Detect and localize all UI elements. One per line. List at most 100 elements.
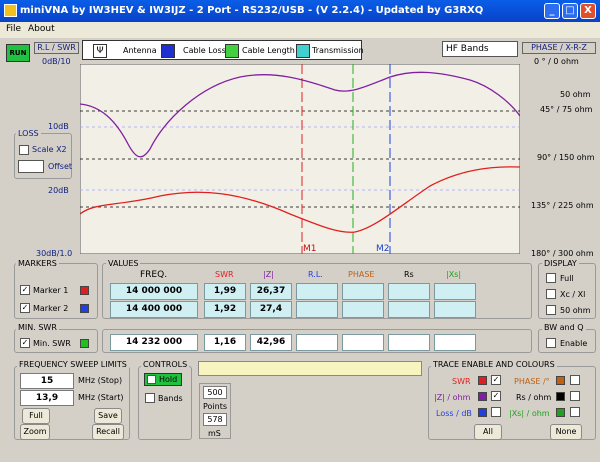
axis-right-5: 135° / 225 ohm xyxy=(531,201,594,210)
display-50ohm-label: 50 ohm xyxy=(560,306,591,315)
axis-right-1: 0 ° / 0 ohm xyxy=(534,57,579,66)
m2-rl xyxy=(296,301,338,318)
m1-rs xyxy=(388,283,430,300)
marker-2-label: Marker 2 xyxy=(33,304,69,313)
trace-xs-checkbox[interactable] xyxy=(570,407,580,417)
scale-x2-checkbox[interactable] xyxy=(19,145,29,155)
trace-all-button[interactable]: All xyxy=(474,424,502,440)
close-button[interactable]: X xyxy=(580,3,596,19)
menu-file[interactable]: File xyxy=(6,24,21,34)
cable-length-icon[interactable] xyxy=(225,44,239,58)
scale-x2-label: Scale X2 xyxy=(32,145,67,154)
sweep-full-button[interactable]: Full xyxy=(22,408,50,424)
m2-z: 27,4 xyxy=(250,301,292,318)
m2-swr: 1,92 xyxy=(204,301,246,318)
marker-2-checkbox[interactable]: ✓ xyxy=(20,303,30,313)
ms-input[interactable]: 578 xyxy=(203,413,227,426)
col-swr: SWR xyxy=(215,270,234,279)
trace-z-label: |Z| / ohm xyxy=(434,393,471,402)
antenna-icon[interactable]: Ψ xyxy=(93,44,107,58)
marker-1-color[interactable] xyxy=(80,286,89,295)
title-bar: miniVNA by IW3HEV & IW3IJZ - 2 Port - RS… xyxy=(0,0,600,22)
bwq-enable-checkbox[interactable] xyxy=(546,338,556,348)
sweep-save-button[interactable]: Save xyxy=(94,408,122,424)
trace-z-color[interactable] xyxy=(478,392,487,401)
controls-title: CONTROLS xyxy=(141,360,190,369)
hold-label: Hold xyxy=(159,375,178,384)
axis-right-6: 180° / 300 ohm xyxy=(531,249,594,258)
minimize-button[interactable]: _ xyxy=(544,3,560,19)
min-swr-title: MIN. SWR xyxy=(16,323,59,332)
trace-loss-checkbox[interactable] xyxy=(491,407,501,417)
phase-title: PHASE / X-R-Z xyxy=(522,42,596,54)
cable-loss-icon[interactable] xyxy=(161,44,175,58)
axis-right-2: 50 ohm xyxy=(560,90,591,99)
tab-antenna[interactable]: Antenna xyxy=(123,44,157,58)
trace-swr-label: SWR xyxy=(452,377,471,386)
marker-1-label: Marker 1 xyxy=(33,286,69,295)
stop-freq-input[interactable]: 15 xyxy=(20,373,74,389)
stop-freq-unit: MHz (Stop) xyxy=(78,376,123,385)
start-freq-input[interactable]: 13,9 xyxy=(20,390,74,406)
col-xs: |Xs| xyxy=(446,270,462,279)
trace-loss-color[interactable] xyxy=(478,408,487,417)
tab-cable-loss[interactable]: Cable Loss xyxy=(183,44,226,58)
band-select[interactable]: HF Bands xyxy=(442,41,518,57)
m1-freq: 14 000 000 xyxy=(110,283,198,300)
points-label: Points xyxy=(203,402,228,411)
band-select-value: HF Bands xyxy=(446,44,489,54)
axis-right-4: 90° / 150 ohm xyxy=(537,153,595,162)
display-xc-label: Xc / Xl xyxy=(560,290,586,299)
trace-rs-checkbox[interactable] xyxy=(570,391,580,401)
min-swr-color[interactable] xyxy=(80,339,89,348)
min-freq: 14 232 000 xyxy=(110,334,198,351)
min-swr-value: 1,16 xyxy=(204,334,246,351)
view-tabs: Ψ Antenna Cable Loss Cable Length Transm… xyxy=(82,40,364,60)
display-50ohm-checkbox[interactable] xyxy=(546,305,556,315)
trace-z-checkbox[interactable]: ✓ xyxy=(491,391,501,401)
marker-2-color[interactable] xyxy=(80,304,89,313)
tab-transmission[interactable]: Transmission xyxy=(312,44,364,58)
sweep-recall-button[interactable]: Recall xyxy=(92,424,124,440)
axis-left-top: 0dB/10 xyxy=(42,57,71,66)
bwq-title: BW and Q xyxy=(542,323,586,332)
run-button[interactable]: RUN xyxy=(6,44,30,62)
tab-cable-length[interactable]: Cable Length xyxy=(242,44,295,58)
display-xc-checkbox[interactable] xyxy=(546,289,556,299)
m1-phase xyxy=(342,283,384,300)
m2-phase xyxy=(342,301,384,318)
axis-left-10db: 10dB xyxy=(48,122,69,131)
sweep-zoom-button[interactable]: Zoom xyxy=(20,424,50,440)
chart-marker-1-label: M1 xyxy=(303,244,317,254)
rl-swr-label: R.L / SWR xyxy=(34,42,79,54)
chart-area[interactable]: M1 M2 xyxy=(80,64,520,254)
bands-label: Bands xyxy=(158,394,183,403)
transmission-icon[interactable] xyxy=(296,44,310,58)
hold-toggle[interactable]: Hold xyxy=(144,373,182,386)
trace-rs-color[interactable] xyxy=(556,392,565,401)
min-xs xyxy=(434,334,476,351)
maximize-button[interactable]: □ xyxy=(562,3,578,19)
hold-checkbox[interactable] xyxy=(147,375,156,384)
axis-left-20db: 20dB xyxy=(48,186,69,195)
trace-swr-checkbox[interactable]: ✓ xyxy=(491,375,501,385)
col-rs: Rs xyxy=(404,270,414,279)
trace-phase-color[interactable] xyxy=(556,376,565,385)
trace-xs-color[interactable] xyxy=(556,408,565,417)
trace-phase-checkbox[interactable] xyxy=(570,375,580,385)
offset-input[interactable] xyxy=(18,160,44,173)
col-freq: FREQ. xyxy=(140,270,168,280)
points-input[interactable]: 500 xyxy=(203,386,227,399)
display-full-checkbox[interactable] xyxy=(546,273,556,283)
marker-1-checkbox[interactable]: ✓ xyxy=(20,285,30,295)
app-icon xyxy=(4,4,17,17)
trace-none-button[interactable]: None xyxy=(550,424,582,440)
min-swr-checkbox[interactable]: ✓ xyxy=(20,338,30,348)
m1-xs xyxy=(434,283,476,300)
values-title: VALUES xyxy=(106,259,141,268)
window-title: miniVNA by IW3HEV & IW3IJZ - 2 Port - RS… xyxy=(20,5,484,16)
bands-checkbox[interactable] xyxy=(145,393,155,403)
min-z: 42,96 xyxy=(250,334,292,351)
trace-swr-color[interactable] xyxy=(478,376,487,385)
menu-about[interactable]: About xyxy=(28,24,55,34)
